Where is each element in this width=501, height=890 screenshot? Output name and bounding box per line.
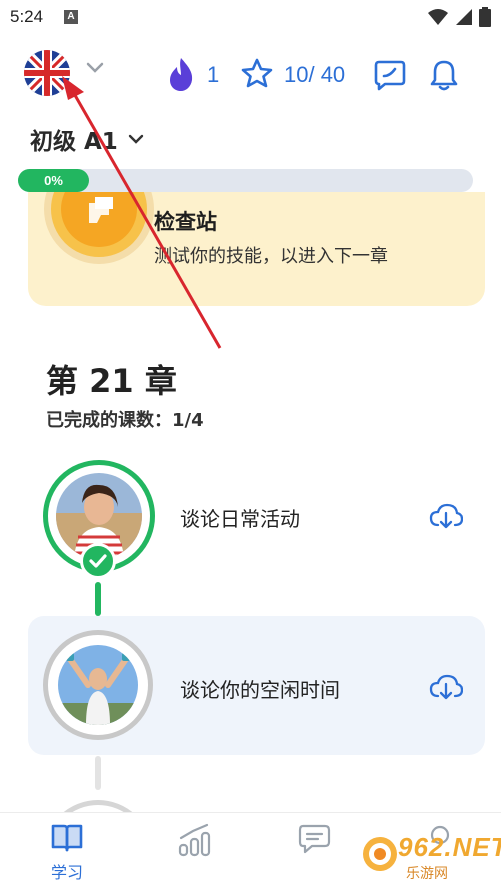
checkpoint-title: 检查站: [154, 210, 217, 234]
chat-bubbles-icon: [298, 824, 331, 854]
checkpoint-flag-icon: [89, 197, 113, 223]
a-app-icon: A: [64, 10, 78, 24]
nav-community[interactable]: [287, 823, 347, 861]
checkpoint-badge: [44, 192, 154, 264]
watermark-logo: 962.NET 乐游网: [358, 830, 501, 884]
chapter-title: 第 21 章: [46, 362, 177, 400]
bell-icon[interactable]: [428, 58, 460, 92]
chat-icon[interactable]: [373, 59, 407, 91]
level-label: 初级 A1: [30, 129, 118, 155]
signal-icon: [456, 9, 472, 25]
watermark-brand: 962.NET: [398, 832, 501, 862]
lesson-2-avatar: [58, 645, 138, 725]
uk-flag-icon[interactable]: [24, 50, 70, 96]
lesson-2-title[interactable]: 谈论你的空闲时间: [180, 674, 340, 703]
checkpoint-card[interactable]: 检查站 测试你的技能，以进入下一章: [28, 192, 485, 306]
path-connector: [95, 582, 101, 616]
nav-learn-label: 学习: [50, 863, 83, 882]
checkpoint-description: 测试你的技能，以进入下一章: [154, 246, 388, 267]
nav-progress[interactable]: [165, 823, 225, 861]
watermark-emblem-icon: [363, 837, 397, 871]
completed-check-icon: [80, 543, 116, 579]
cloud-download-icon[interactable]: [429, 503, 463, 529]
cloud-download-icon[interactable]: [429, 674, 463, 700]
path-connector: [95, 756, 101, 790]
level-selector[interactable]: 初级 A1: [30, 122, 144, 156]
level-progress-text: 0%: [44, 173, 63, 188]
book-icon: [51, 824, 83, 852]
streak-count: 1: [207, 62, 220, 87]
status-icons: [427, 7, 491, 27]
lesson-2-avatar-ring[interactable]: [43, 630, 153, 740]
level-progress-bar: 0%: [18, 169, 473, 192]
star-icon[interactable]: [240, 57, 274, 89]
lesson-1-title[interactable]: 谈论日常活动: [180, 503, 300, 532]
status-bar: 5:24 A: [0, 0, 501, 36]
top-bar: 1 10/ 40: [0, 40, 501, 110]
chevron-down-icon[interactable]: [86, 62, 104, 74]
battery-icon: [479, 7, 491, 27]
chapter-progress: 已完成的课数：1/4: [46, 410, 204, 431]
stats-icon: [178, 823, 211, 857]
flame-icon[interactable]: [166, 56, 196, 92]
chevron-down-icon: [128, 134, 144, 144]
watermark-subtitle: 乐游网: [406, 866, 448, 882]
wifi-icon: [428, 9, 448, 25]
status-time: 5:24: [10, 7, 44, 26]
xp-count: 10/ 40: [284, 62, 346, 87]
nav-learn[interactable]: 学习: [37, 823, 97, 883]
